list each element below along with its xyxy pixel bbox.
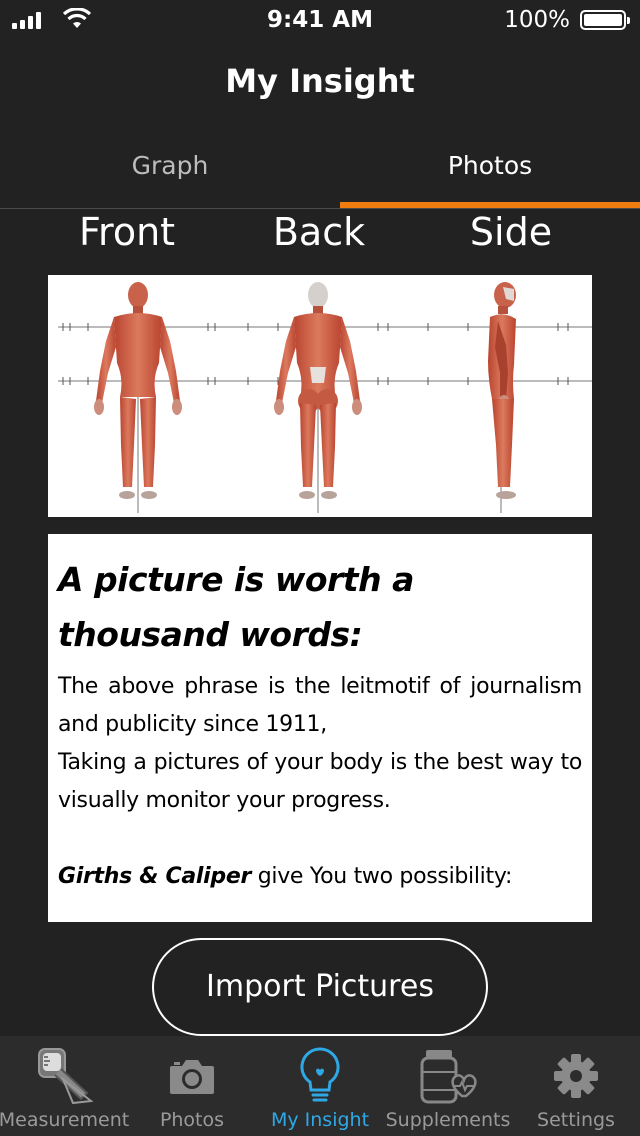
view-labels: Front Back Side <box>0 210 640 260</box>
card-body-paragraph-1: The above phrase is the leitmotif of jou… <box>58 674 582 737</box>
gear-icon <box>554 1054 598 1098</box>
tabbar-label-settings: Settings <box>537 1109 615 1131</box>
card-footer-text: give You two possibility: <box>251 864 513 889</box>
card-footer-bold: Girths & Caliper <box>58 864 252 889</box>
supplements-icon <box>420 1050 477 1104</box>
tape-measure-icon <box>38 1048 94 1105</box>
card-heading: A picture is worth a thousand words: <box>58 560 414 654</box>
tab-graph[interactable]: Graph <box>0 140 340 208</box>
tabbar-item-my-insight[interactable]: My Insight <box>256 1036 384 1136</box>
tabbar-item-photos[interactable]: Photos <box>128 1036 256 1136</box>
camera-icon <box>170 1060 214 1094</box>
label-back: Back <box>272 210 366 254</box>
side-figure <box>488 282 516 499</box>
status-bar: 9:41 AM 100% <box>0 0 640 40</box>
import-pictures-button[interactable]: Import Pictures <box>152 938 488 1036</box>
tab-photos[interactable]: Photos <box>340 140 640 208</box>
segment-tabs: Graph Photos <box>0 140 640 209</box>
tabbar-label-photos: Photos <box>159 1109 225 1131</box>
tabbar-item-supplements[interactable]: Supplements <box>384 1036 512 1136</box>
battery-icon <box>580 10 630 30</box>
battery-percent: 100% <box>504 7 570 33</box>
card-body-paragraph-2: Taking a pictures of your body is the be… <box>58 750 582 813</box>
info-card: A picture is worth a thousand words: The… <box>48 534 592 922</box>
tabbar-label-my-insight: My Insight <box>270 1109 370 1131</box>
body-anatomy-image <box>48 275 592 517</box>
lightbulb-icon <box>300 1047 340 1102</box>
label-front: Front <box>78 210 176 254</box>
card-body: The above phrase is the leitmotif of jou… <box>58 668 582 820</box>
tabbar-item-settings[interactable]: Settings <box>512 1036 640 1136</box>
page-title: My Insight <box>225 62 415 100</box>
label-side: Side <box>469 210 553 254</box>
bottom-tab-bar: Measurement Photos My Insight Supplement… <box>0 1036 640 1136</box>
tabbar-item-measurement[interactable]: Measurement <box>0 1036 129 1136</box>
card-footer: Girths & Caliper give You two possibilit… <box>58 858 582 896</box>
tabbar-label-supplements: Supplements <box>385 1109 511 1131</box>
active-tab-indicator <box>340 202 640 208</box>
